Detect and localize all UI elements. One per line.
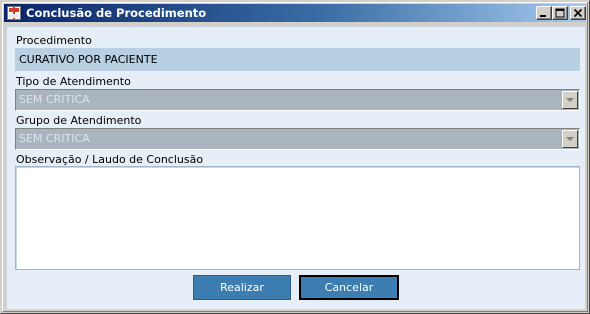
chevron-down-icon (566, 137, 574, 141)
window-title: Conclusão de Procedimento (26, 6, 207, 20)
maximize-icon (555, 8, 565, 18)
observacao-label: Observação / Laudo de Conclusão (16, 153, 204, 166)
tipo-atendimento-value: SEM CRITICA (19, 93, 90, 106)
procedimento-label: Procedimento (16, 34, 92, 47)
observacao-textarea[interactable] (15, 166, 580, 270)
tipo-atendimento-label: Tipo de Atendimento (16, 75, 131, 88)
dialog-window: Conclusão de Procedimento Procedimento C… (0, 0, 590, 314)
grupo-atendimento-value: SEM CRITICA (19, 132, 90, 145)
grupo-atendimento-dropdown-button[interactable] (562, 130, 578, 148)
realizar-button[interactable]: Realizar (193, 275, 291, 300)
minimize-button[interactable] (536, 6, 552, 20)
title-bar[interactable]: Conclusão de Procedimento (4, 4, 586, 22)
app-icon (7, 6, 21, 20)
close-button[interactable] (570, 6, 586, 20)
grupo-atendimento-label: Grupo de Atendimento (16, 114, 142, 127)
procedimento-field: CURATIVO POR PACIENTE (15, 48, 580, 71)
close-icon (573, 8, 583, 18)
grupo-atendimento-select[interactable]: SEM CRITICA (15, 128, 580, 150)
minimize-icon (540, 15, 546, 17)
tipo-atendimento-dropdown-button[interactable] (562, 91, 578, 109)
cancelar-button[interactable]: Cancelar (299, 275, 399, 300)
form-panel: Procedimento CURATIVO POR PACIENTE Tipo … (6, 26, 586, 310)
maximize-button[interactable] (552, 6, 568, 20)
tipo-atendimento-select[interactable]: SEM CRITICA (15, 89, 580, 111)
chevron-down-icon (566, 98, 574, 102)
